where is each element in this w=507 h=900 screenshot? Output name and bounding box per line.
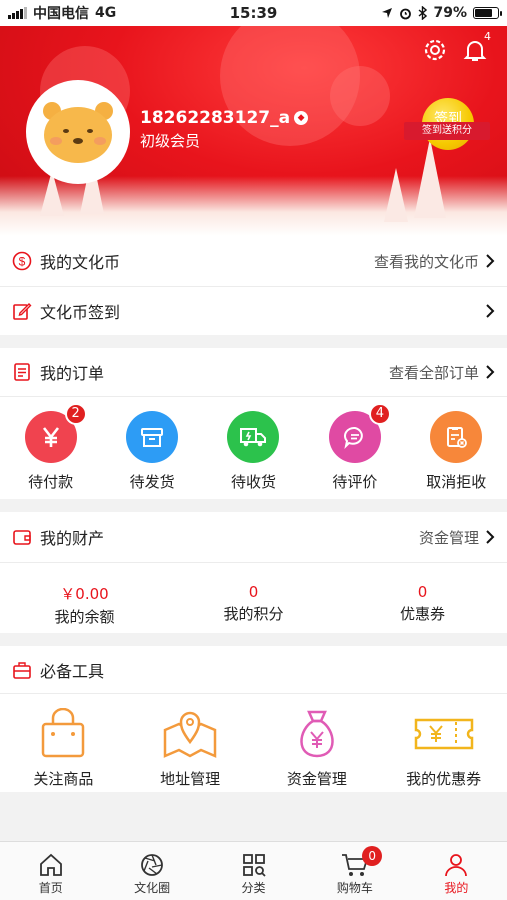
tools-header-row: 必备工具: [0, 646, 507, 693]
location-icon: [382, 8, 393, 18]
toolbox-icon: [13, 661, 31, 679]
coins-more-link[interactable]: 查看我的文化币: [374, 251, 479, 272]
orders-more-link[interactable]: 查看全部订单: [389, 362, 479, 383]
order-label: 待发货: [129, 473, 175, 491]
order-label: 待收货: [230, 473, 276, 491]
bear-avatar-icon: [43, 102, 113, 163]
tool-label: 地址管理: [160, 770, 221, 788]
checkin-row[interactable]: 文化币签到: [0, 287, 507, 335]
tab-label: 购物车: [336, 881, 373, 895]
aperture-icon: [141, 854, 164, 876]
user-icon: [445, 854, 468, 877]
home-icon: [39, 853, 62, 876]
sign-in-ribbon: 签到送积分: [404, 122, 490, 140]
profile-header: 18262283127_a ◆ 初级会员 4 签到 签到送积分: [0, 26, 507, 236]
tab-culture-circle[interactable]: 文化圈: [101, 842, 202, 900]
chevron-right-icon: [486, 365, 495, 379]
diamond-icon: ◆: [294, 111, 309, 125]
coupons-label: 优惠券: [399, 605, 445, 623]
tab-mine[interactable]: 我的: [406, 842, 507, 900]
battery-percent: 79%: [433, 5, 467, 21]
battery-fill: [475, 9, 493, 17]
order-label: 取消拒收: [426, 473, 487, 491]
tool-label: 我的优惠券: [406, 770, 482, 788]
coins-title: 我的文化币: [40, 253, 121, 272]
clock: 15:39: [229, 4, 278, 22]
tools-panel: 关注商品 地址管理 资金管理 我的优惠券: [0, 694, 507, 792]
assets-more-link[interactable]: 资金管理: [419, 527, 479, 548]
map-pin-icon: [163, 711, 217, 758]
cancel-icon: [430, 411, 483, 463]
balance-value: ￥0.00: [60, 585, 109, 603]
tool-label: 资金管理: [286, 770, 347, 788]
order-pending-review[interactable]: 4 待评价: [313, 403, 397, 492]
assets-title: 我的财产: [40, 529, 105, 548]
coins-row[interactable]: $ 我的文化币 查看我的文化币: [0, 236, 507, 286]
order-pending-payment[interactable]: 2 待付款: [9, 403, 93, 492]
tab-category[interactable]: 分类: [203, 842, 304, 900]
tool-coupons[interactable]: 我的优惠券: [389, 708, 499, 789]
network-label: 4G: [95, 5, 117, 21]
tools-title: 必备工具: [40, 661, 105, 681]
orders-header-row[interactable]: 我的订单 查看全部订单: [0, 348, 507, 396]
checkin-title: 文化币签到: [40, 303, 121, 322]
money-bag-icon: [300, 710, 334, 758]
order-label: 待付款: [28, 473, 74, 491]
settings-gear-icon[interactable]: [421, 36, 449, 64]
avatar[interactable]: [26, 80, 130, 184]
tool-funds[interactable]: 资金管理: [262, 708, 372, 789]
truck-icon: [227, 411, 280, 463]
box-icon: [126, 411, 179, 463]
tab-cart[interactable]: 0 购物车: [304, 842, 405, 900]
tab-bar: 首页 文化圈 分类 0 购物车 我的: [0, 841, 507, 900]
coupons-value: 0: [417, 583, 428, 601]
tab-label: 首页: [38, 881, 63, 895]
svg-text:$: $: [19, 255, 26, 269]
tool-label: 关注商品: [33, 770, 94, 788]
bell-count: 4: [484, 30, 491, 43]
order-badge: 4: [368, 403, 391, 425]
chevron-right-icon: [486, 304, 495, 318]
cart-badge: 0: [362, 846, 383, 866]
points-value: 0: [248, 583, 259, 601]
balance-label: 我的余额: [54, 608, 115, 626]
tab-label: 文化圈: [134, 881, 171, 895]
category-icon: [242, 854, 266, 877]
chevron-right-icon: [486, 530, 495, 544]
tool-favorites[interactable]: 关注商品: [8, 708, 118, 789]
points-item[interactable]: 0 我的积分: [184, 583, 324, 627]
signal-icon: [8, 7, 27, 19]
battery-icon: [473, 7, 502, 19]
member-level: 初级会员: [140, 132, 201, 150]
status-bar: 中国电信 4G 15:39 79%: [0, 0, 507, 26]
dollar-circle-icon: $: [12, 251, 32, 271]
tool-address[interactable]: 地址管理: [135, 708, 245, 789]
username: 18262283127_a ◆: [140, 108, 309, 128]
balance-item[interactable]: ￥0.00 我的余额: [15, 583, 155, 627]
bag-icon: [42, 708, 85, 758]
username-text: 18262283127_a: [140, 108, 291, 128]
order-pending-receipt[interactable]: 待收货: [211, 411, 295, 492]
tab-label: 分类: [241, 881, 266, 895]
assets-header-row[interactable]: 我的财产 资金管理: [0, 512, 507, 562]
orders-title: 我的订单: [40, 364, 105, 383]
order-cancelled[interactable]: 取消拒收: [414, 411, 498, 492]
edit-icon: [13, 303, 32, 320]
tab-home[interactable]: 首页: [0, 842, 101, 900]
points-label: 我的积分: [223, 605, 284, 623]
order-label: 待评价: [332, 473, 378, 491]
coupons-item[interactable]: 0 优惠券: [353, 583, 493, 627]
wallet-icon: [13, 530, 31, 545]
assets-panel: ￥0.00 我的余额 0 我的积分 0 优惠券: [0, 563, 507, 633]
order-badge: 2: [64, 403, 87, 425]
chevron-right-icon: [486, 254, 495, 268]
alarm-icon: [400, 8, 412, 19]
coupon-icon: [414, 718, 473, 750]
order-list-icon: [14, 363, 30, 381]
order-pending-shipment[interactable]: 待发货: [110, 411, 194, 492]
bluetooth-icon: [419, 6, 428, 20]
carrier-label: 中国电信: [33, 6, 89, 22]
orders-panel: 2 待付款 待发货 待收货 4 待评价 取消拒收: [0, 397, 507, 499]
tab-label: 我的: [444, 881, 469, 895]
